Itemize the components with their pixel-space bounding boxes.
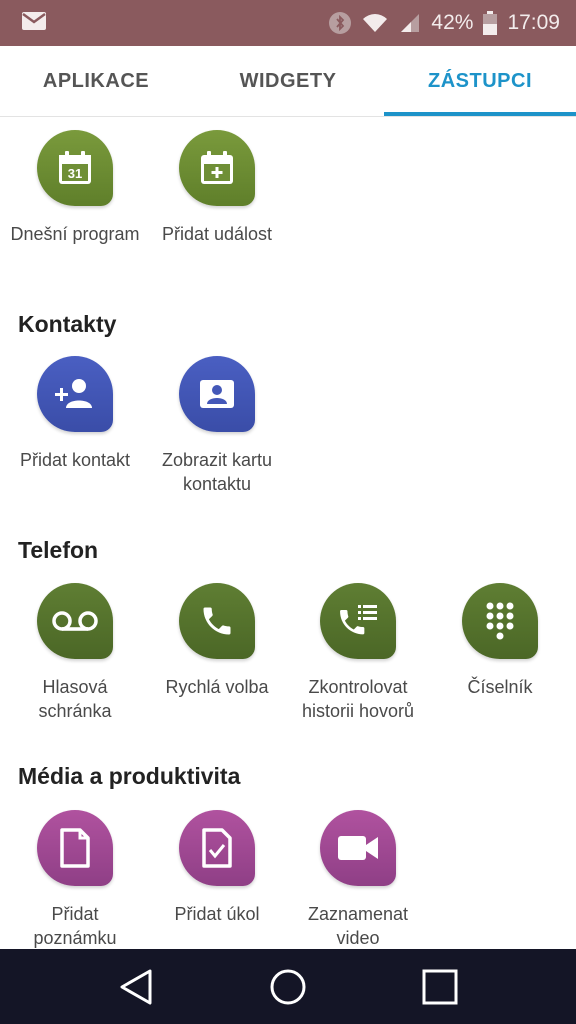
shortcut-label: Zobrazit kartu kontaktu <box>161 450 273 494</box>
task-icon <box>179 810 255 886</box>
wifi-icon <box>363 14 388 32</box>
shortcut-add-note[interactable]: Přidat poznámku <box>5 810 145 949</box>
shortcut-record-video[interactable]: Zaznamenat video <box>288 810 428 949</box>
section-title-phone: Telefon <box>18 537 99 563</box>
status-bar: 42% 17:09 <box>0 0 576 46</box>
tab-zastupci[interactable]: ZÁSTUPCI <box>384 46 576 116</box>
shortcut-voicemail[interactable]: Hlasová schránka <box>5 583 145 723</box>
shortcut-add-event[interactable]: Přidat událost <box>147 130 287 246</box>
shortcut-label: Dnešní program <box>10 224 140 244</box>
contact-card-icon <box>179 356 255 432</box>
status-time: 17:09 <box>507 11 560 34</box>
shortcut-show-contact-card[interactable]: Zobrazit kartu kontaktu <box>147 356 287 496</box>
video-camera-icon <box>320 810 396 886</box>
shortcut-call-history[interactable]: Zkontrolovat historii hovorů <box>288 583 428 723</box>
shortcut-label: Zkontrolovat historii hovorů <box>301 677 415 721</box>
shortcut-label: Přidat poznámku <box>33 904 117 948</box>
shortcut-label: Rychlá volba <box>165 677 269 697</box>
mail-icon <box>22 12 46 30</box>
shortcut-dialpad[interactable]: Číselník <box>430 583 570 699</box>
shortcut-label: Hlasová schránka <box>38 677 112 721</box>
add-person-icon <box>37 356 113 432</box>
shortcut-speed-dial[interactable]: Rychlá volba <box>147 583 287 699</box>
back-button[interactable] <box>96 949 176 1024</box>
tab-widgety[interactable]: WIDGETY <box>192 46 384 116</box>
shortcut-label: Přidat úkol <box>174 904 260 924</box>
back-icon <box>120 969 152 1004</box>
shortcut-add-contact[interactable]: Přidat kontakt <box>5 356 145 472</box>
battery-icon <box>483 11 498 35</box>
shortcut-label: Přidat událost <box>161 224 273 244</box>
dialpad-icon <box>462 583 538 659</box>
shortcut-label: Zaznamenat video <box>307 904 409 948</box>
recents-icon <box>422 969 458 1004</box>
voicemail-icon <box>37 583 113 659</box>
tab-active-indicator <box>384 112 576 116</box>
shortcut-label: Přidat kontakt <box>19 450 131 470</box>
shortcuts-list[interactable]: 31 Dnešní program Přidat událost Kontakt… <box>0 117 576 949</box>
recents-button[interactable] <box>400 949 480 1024</box>
phone-icon <box>179 583 255 659</box>
home-button[interactable] <box>248 949 328 1024</box>
home-icon <box>270 969 306 1004</box>
shortcut-label: Číselník <box>467 677 533 697</box>
section-title-contacts: Kontakty <box>18 311 117 337</box>
tab-bar: APLIKACE WIDGETY ZÁSTUPCI <box>0 46 576 117</box>
svg-text:31: 31 <box>68 166 82 181</box>
calendar-add-icon <box>179 130 255 206</box>
shortcut-add-task[interactable]: Přidat úkol <box>147 810 287 926</box>
call-log-icon <box>320 583 396 659</box>
signal-icon <box>401 14 420 32</box>
note-icon <box>37 810 113 886</box>
shortcut-todays-agenda[interactable]: 31 Dnešní program <box>5 130 145 246</box>
section-title-media: Média a produktivita <box>18 763 241 789</box>
calendar-31-icon: 31 <box>37 130 113 206</box>
battery-percent: 42% <box>431 11 474 34</box>
bluetooth-icon <box>329 12 352 34</box>
tab-aplikace[interactable]: APLIKACE <box>0 46 192 116</box>
navigation-bar <box>0 949 576 1024</box>
